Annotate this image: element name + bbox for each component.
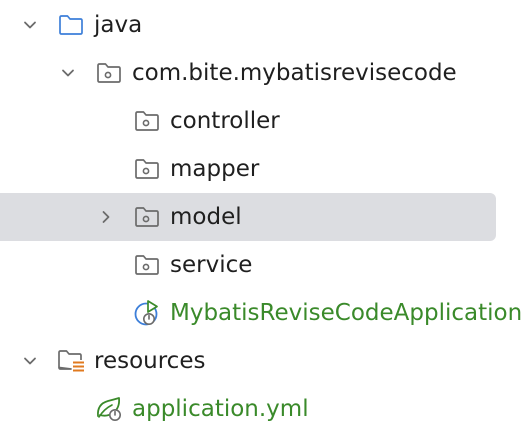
package-icon [132,106,162,136]
resources-folder-icon [56,346,86,376]
tree-item-label: com.bite.mybatisrevisecode [132,60,457,86]
tree-item-label: mapper [170,156,260,182]
tree-item-application-class[interactable]: MybatisReviseCodeApplication [0,289,524,337]
package-icon [132,202,162,232]
tree-item-label: java [94,12,143,38]
spring-boot-class-icon [132,298,162,328]
tree-item-resources[interactable]: resources [0,337,524,385]
tree-item-controller[interactable]: controller [0,97,524,145]
package-icon [94,58,124,88]
tree-item-label: resources [94,348,206,374]
tree-item-package[interactable]: com.bite.mybatisrevisecode [0,49,524,97]
tree-item-service[interactable]: service [0,241,524,289]
chevron-right-icon[interactable] [94,205,118,229]
tree-item-model[interactable]: model [0,193,496,241]
source-folder-icon [56,10,86,40]
tree-item-java[interactable]: java [0,1,524,49]
package-icon [132,154,162,184]
package-icon [132,250,162,280]
project-tree: java com.bite.mybatisrevisecode controll… [0,0,524,436]
chevron-down-icon[interactable] [18,13,42,37]
tree-item-label: application.yml [132,396,309,422]
tree-item-label: controller [170,108,280,134]
tree-item-label: MybatisReviseCodeApplication [170,300,523,326]
tree-item-label: model [170,204,242,230]
tree-item-application-yml[interactable]: application.yml [0,385,524,433]
tree-item-label: service [170,252,253,278]
chevron-down-icon[interactable] [18,349,42,373]
tree-item-mapper[interactable]: mapper [0,145,524,193]
chevron-down-icon[interactable] [56,61,80,85]
spring-config-icon [94,394,124,424]
